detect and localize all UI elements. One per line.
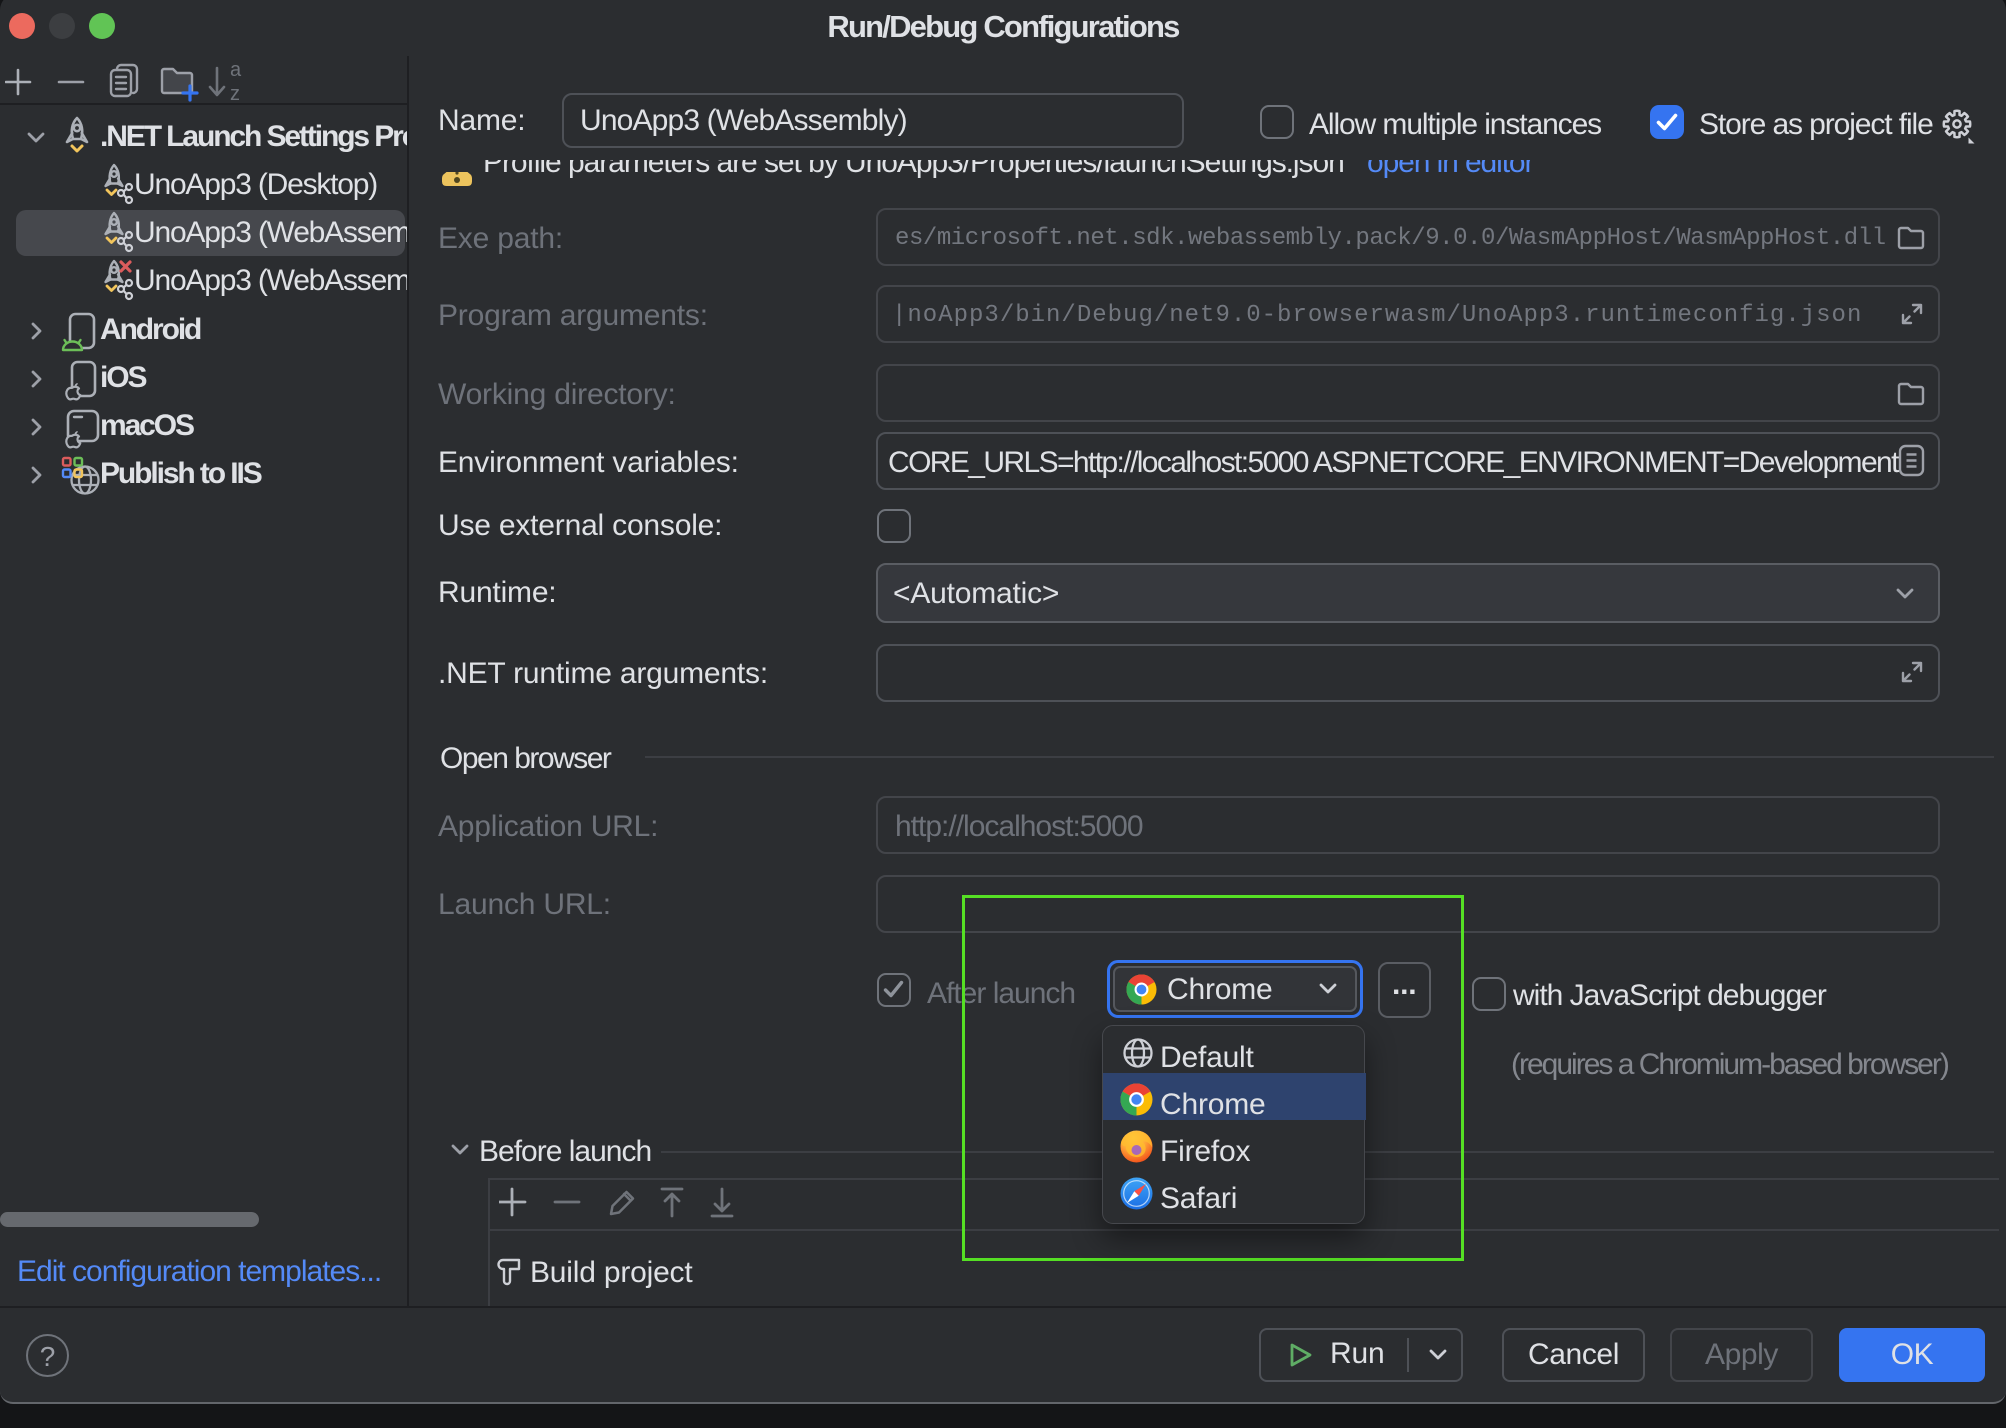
svg-text:a: a <box>230 59 242 81</box>
svg-text:z: z <box>230 83 240 105</box>
